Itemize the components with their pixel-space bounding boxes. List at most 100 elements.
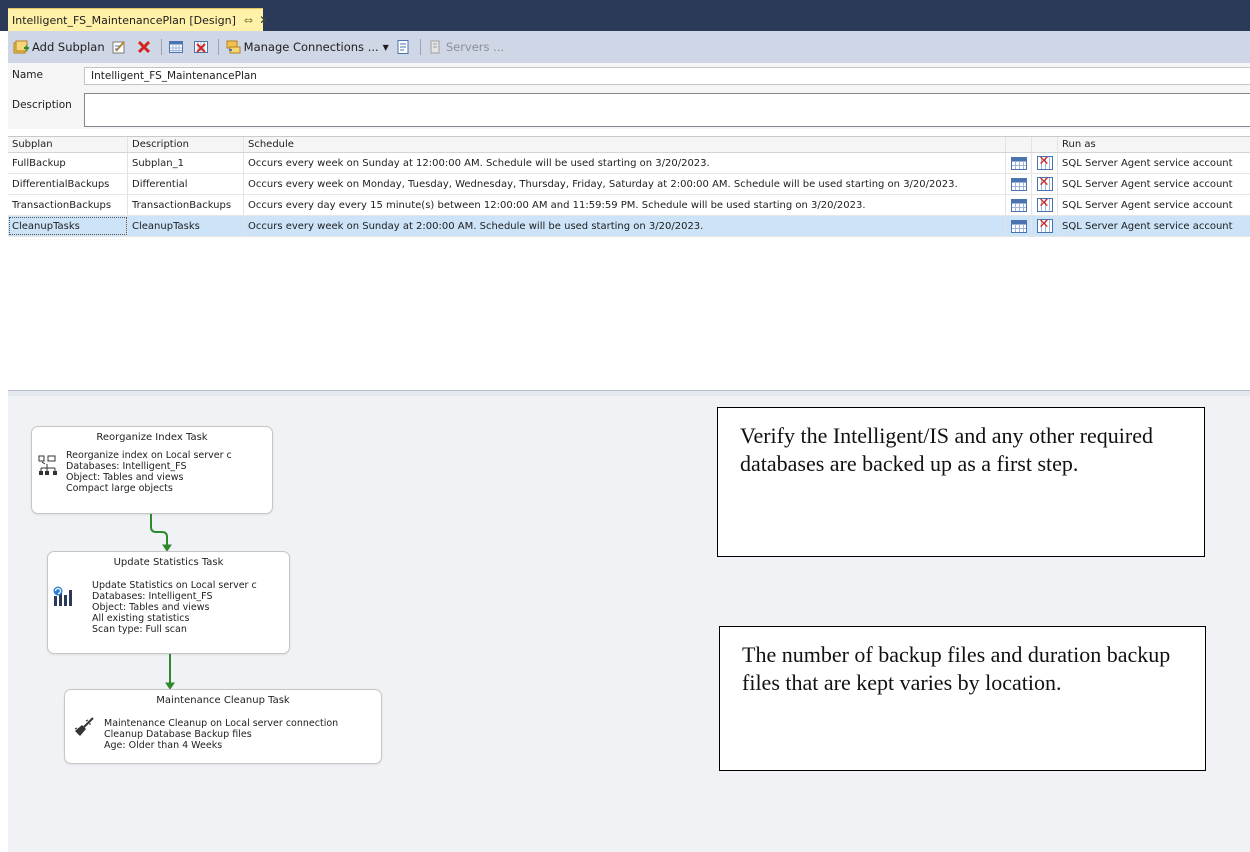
run-as-cell[interactable]: SQL Server Agent service account	[1058, 174, 1250, 194]
column-header-description[interactable]: Description	[128, 137, 244, 152]
calendar-icon	[1010, 219, 1027, 233]
table-row[interactable]: DifferentialBackups Differential Occurs …	[8, 174, 1250, 195]
subplan-name-cell[interactable]: FullBackup	[8, 153, 128, 173]
remove-schedule-button[interactable]	[1032, 174, 1058, 194]
name-label: Name	[12, 69, 43, 81]
document-tab-strip: Intelligent_FS_MaintenancePlan [Design] …	[0, 0, 1250, 31]
task-detail-line: Scan type: Full scan	[92, 624, 187, 635]
maintenance-cleanup-task[interactable]: Maintenance Cleanup Task Maintenance Cle…	[64, 689, 382, 764]
remove-schedule-icon	[1036, 217, 1053, 233]
reorganize-index-icon	[38, 455, 60, 477]
delete-icon	[136, 39, 152, 55]
task-title: Update Statistics Task	[113, 557, 224, 568]
plan-name-field[interactable]: Intelligent_FS_MaintenancePlan	[84, 67, 1250, 85]
run-as-cell[interactable]: SQL Server Agent service account	[1058, 216, 1250, 236]
servers-button[interactable]: Servers ...	[424, 36, 507, 58]
annotation-note: The number of backup files and duration …	[719, 626, 1206, 771]
plan-properties-panel: Name Intelligent_FS_MaintenancePlan Desc…	[8, 63, 1250, 129]
add-subplan-button[interactable]: Add Subplan	[10, 36, 108, 58]
run-as-cell[interactable]: SQL Server Agent service account	[1058, 153, 1250, 173]
column-header-schedule[interactable]: Schedule	[244, 137, 1006, 152]
task-detail-line: All existing statistics	[92, 613, 190, 624]
edit-schedule-button[interactable]	[1006, 174, 1032, 194]
remove-schedule-button[interactable]	[1032, 216, 1058, 236]
task-detail-line: Age: Older than 4 Weeks	[104, 740, 223, 751]
document-tab[interactable]: Intelligent_FS_MaintenancePlan [Design] …	[8, 8, 269, 31]
subplan-schedule-button[interactable]	[165, 36, 190, 58]
subplan-schedule-cell[interactable]: Occurs every day every 15 minute(s) betw…	[244, 195, 1006, 215]
toolbar-separator	[217, 39, 219, 55]
annotation-note: Verify the Intelligent/IS and any other …	[717, 407, 1205, 557]
remove-schedule-button[interactable]	[190, 36, 215, 58]
table-row[interactable]: CleanupTasks CleanupTasks Occurs every w…	[8, 216, 1250, 237]
subplan-grid: Subplan Description Schedule Run as Full…	[8, 136, 1250, 391]
column-header-run-as[interactable]: Run as	[1058, 137, 1250, 152]
subplan-name-cell[interactable]: TransactionBackups	[8, 195, 128, 215]
remove-schedule-button[interactable]	[1032, 195, 1058, 215]
reorganize-index-task[interactable]: Reorganize Index Task Reorganize index o…	[31, 426, 273, 514]
update-statistics-icon	[52, 586, 74, 608]
subplan-description-cell[interactable]: TransactionBackups	[128, 195, 244, 215]
edit-schedule-button[interactable]	[1006, 195, 1032, 215]
subplan-description-cell[interactable]: Subplan_1	[128, 153, 244, 173]
calendar-icon	[168, 39, 184, 55]
broom-icon	[73, 716, 95, 738]
remove-schedule-icon	[1036, 175, 1053, 191]
subplan-name-cell[interactable]: DifferentialBackups	[8, 174, 128, 194]
design-surface[interactable]: Reorganize Index Task Reorganize index o…	[8, 396, 1250, 852]
update-statistics-task[interactable]: Update Statistics Task Update Statistics…	[47, 551, 290, 654]
manage-connections-button[interactable]: Manage Connections ... ▼	[222, 36, 392, 58]
task-detail-line: Cleanup Database Backup files	[104, 729, 252, 740]
add-subplan-label: Add Subplan	[32, 40, 105, 54]
manage-connections-label: Manage Connections ...	[243, 40, 379, 54]
report-icon	[395, 39, 411, 55]
task-title: Reorganize Index Task	[96, 432, 208, 443]
toolbar-separator	[160, 39, 162, 55]
dropdown-arrow-icon[interactable]: ▼	[383, 43, 389, 52]
grid-header-row: Subplan Description Schedule Run as	[8, 137, 1250, 153]
designer-toolbar: Add Subplan Manage Connections ... ▼ Ser…	[8, 31, 1250, 63]
connections-icon	[225, 39, 241, 55]
calendar-icon	[1010, 156, 1027, 170]
subplan-description-cell[interactable]: CleanupTasks	[128, 216, 244, 236]
table-row[interactable]: FullBackup Subplan_1 Occurs every week o…	[8, 153, 1250, 174]
task-detail-line: Reorganize index on Local server c	[66, 450, 232, 461]
column-header-schedule-edit	[1006, 137, 1032, 152]
task-title: Maintenance Cleanup Task	[156, 695, 290, 706]
remove-schedule-button[interactable]	[1032, 153, 1058, 173]
description-label: Description	[12, 99, 72, 111]
servers-icon	[427, 39, 443, 55]
column-header-subplan[interactable]: Subplan	[8, 137, 128, 152]
table-row[interactable]: TransactionBackups TransactionBackups Oc…	[8, 195, 1250, 216]
task-detail-line: Object: Tables and views	[92, 602, 210, 613]
subplan-schedule-cell[interactable]: Occurs every week on Sunday at 12:00:00 …	[244, 153, 1006, 173]
task-detail-line: Update Statistics on Local server c	[92, 580, 257, 591]
edit-schedule-button[interactable]	[1006, 153, 1032, 173]
remove-schedule-icon	[1036, 154, 1053, 170]
delete-subplan-button[interactable]	[133, 36, 158, 58]
close-icon[interactable]: ✕	[259, 13, 269, 27]
task-detail-line: Databases: Intelligent_FS	[92, 591, 213, 602]
subplan-schedule-cell[interactable]: Occurs every week on Sunday at 2:00:00 A…	[244, 216, 1006, 236]
calendar-icon	[1010, 177, 1027, 191]
remove-schedule-icon	[193, 39, 209, 55]
task-detail-line: Compact large objects	[66, 483, 173, 494]
subplan-schedule-cell[interactable]: Occurs every week on Monday, Tuesday, We…	[244, 174, 1006, 194]
add-subplan-icon	[13, 39, 29, 55]
task-detail-line: Object: Tables and views	[66, 472, 184, 483]
edit-schedule-button[interactable]	[1006, 216, 1032, 236]
subplan-properties-button[interactable]	[108, 36, 133, 58]
plan-description-field[interactable]	[84, 93, 1250, 127]
subplan-name-cell[interactable]: CleanupTasks	[8, 216, 128, 236]
run-as-cell[interactable]: SQL Server Agent service account	[1058, 195, 1250, 215]
task-detail-line: Maintenance Cleanup on Local server conn…	[104, 718, 339, 729]
subplan-description-cell[interactable]: Differential	[128, 174, 244, 194]
properties-icon	[111, 39, 127, 55]
task-detail-line: Databases: Intelligent_FS	[66, 461, 187, 472]
column-header-schedule-remove	[1032, 137, 1058, 152]
precedence-arrow	[150, 513, 168, 546]
remove-schedule-icon	[1036, 196, 1053, 212]
reporting-logging-button[interactable]	[392, 36, 417, 58]
servers-label: Servers ...	[445, 40, 505, 54]
pin-icon[interactable]: ⇔	[244, 14, 253, 27]
